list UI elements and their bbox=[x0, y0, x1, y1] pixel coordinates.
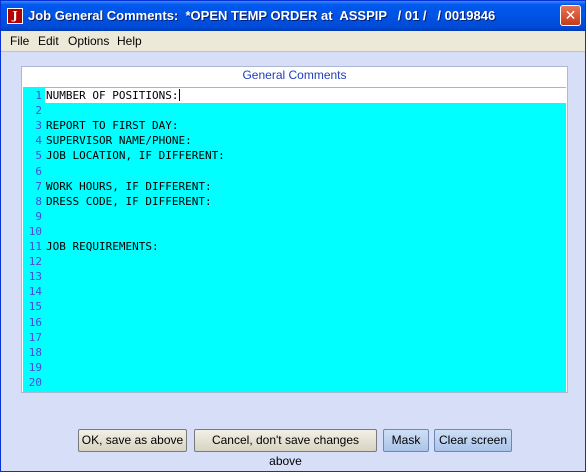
title-bar[interactable]: J Job General Comments: *OPEN TEMP ORDER… bbox=[1, 1, 585, 31]
comments-editor[interactable]: 1 NUMBER OF POSITIONS: 2 3 REPORT TO FIRST D… bbox=[23, 87, 566, 392]
editor-line[interactable]: JOB LOCATION, IF DIFFERENT: bbox=[46, 149, 225, 162]
menu-options[interactable]: Options bbox=[68, 34, 109, 48]
window-title: Job General Comments: *OPEN TEMP ORDER a… bbox=[28, 8, 496, 23]
text-caret bbox=[179, 89, 181, 101]
line-number: 4 bbox=[35, 134, 42, 148]
menu-bar: File Edit Options Help bbox=[1, 31, 585, 52]
line-number: 5 bbox=[35, 149, 42, 163]
line-number: 12 bbox=[28, 255, 42, 269]
line-number: 19 bbox=[28, 360, 42, 374]
panel-title: General Comments bbox=[22, 67, 567, 85]
menu-help[interactable]: Help bbox=[117, 34, 142, 48]
app-icon: J bbox=[7, 8, 23, 24]
app-window: J Job General Comments: *OPEN TEMP ORDER… bbox=[0, 0, 586, 472]
line-number: 6 bbox=[35, 164, 42, 178]
line-number: 18 bbox=[28, 345, 42, 359]
editor-line[interactable]: DRESS CODE, IF DIFFERENT: bbox=[46, 195, 212, 208]
line-number: 11 bbox=[28, 240, 42, 253]
editor-line[interactable]: NUMBER OF POSITIONS: bbox=[46, 89, 181, 102]
close-icon[interactable]: ✕ bbox=[560, 5, 581, 26]
line-number: 14 bbox=[28, 285, 42, 299]
line-number: 16 bbox=[28, 315, 42, 329]
clear-screen-button[interactable]: Clear screen bbox=[434, 429, 512, 452]
general-comments-panel: General Comments 1 NUMBER OF POSITIONS: 2 3… bbox=[21, 66, 568, 393]
line-number: 8 bbox=[35, 194, 42, 208]
editor-line[interactable]: WORK HOURS, IF DIFFERENT: bbox=[46, 180, 212, 193]
mask-button[interactable]: Mask bbox=[383, 429, 429, 452]
editor-line[interactable]: REPORT TO FIRST DAY: bbox=[46, 119, 178, 132]
ok-save-button[interactable]: OK, save as above bbox=[78, 429, 187, 452]
editor-line[interactable]: JOB REQUIREMENTS: bbox=[46, 240, 159, 253]
line-number: 15 bbox=[28, 300, 42, 314]
line-number: 2 bbox=[35, 104, 42, 118]
line-number: 20 bbox=[28, 375, 42, 389]
line-number: 17 bbox=[28, 330, 42, 344]
line-number: 10 bbox=[28, 224, 42, 238]
menu-edit[interactable]: Edit bbox=[38, 34, 59, 48]
line-number: 7 bbox=[35, 179, 42, 193]
line-number: 1 bbox=[35, 89, 42, 102]
line-number: 9 bbox=[35, 209, 42, 223]
cancel-button[interactable]: Cancel, don't save changes above bbox=[194, 429, 377, 468]
editor-line[interactable]: SUPERVISOR NAME/PHONE: bbox=[46, 134, 192, 147]
menu-file[interactable]: File bbox=[10, 34, 29, 48]
line-number: 13 bbox=[28, 270, 42, 284]
line-number: 3 bbox=[35, 119, 42, 133]
